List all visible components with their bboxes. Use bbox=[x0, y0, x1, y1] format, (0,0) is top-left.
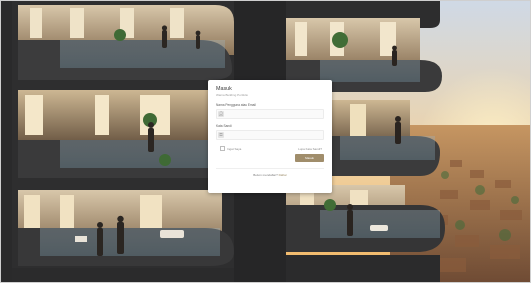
username-label: Nama Pengguna atau Email bbox=[216, 103, 256, 107]
card-divider bbox=[216, 168, 324, 169]
password-field[interactable]: ⚿ bbox=[216, 130, 324, 140]
forgot-password-link[interactable]: Lupa Kata Sandi? bbox=[298, 147, 324, 151]
password-input[interactable] bbox=[224, 132, 323, 138]
login-options: Ingat Saya Lupa Kata Sandi? bbox=[216, 146, 324, 151]
remember-label: Ingat Saya bbox=[227, 146, 242, 151]
remember-checkbox[interactable] bbox=[220, 146, 225, 151]
password-label: Kata Sandi bbox=[216, 124, 232, 128]
username-field[interactable]: 👤︎ bbox=[216, 109, 324, 119]
register-link[interactable]: Daftar bbox=[279, 173, 287, 177]
login-button[interactable]: Masuk bbox=[295, 154, 324, 162]
remember-me[interactable]: Ingat Saya bbox=[216, 146, 241, 151]
register-prompt: Belum mendaftar? bbox=[253, 173, 278, 177]
username-input[interactable] bbox=[224, 111, 323, 117]
login-card: Masuk Warna Building Portfolio Nama Peng… bbox=[208, 80, 332, 193]
submit-row: Masuk bbox=[216, 154, 324, 162]
login-subtitle: Warna Building Portfolio bbox=[216, 93, 249, 97]
login-title: Masuk bbox=[216, 86, 232, 92]
register-row: Belum mendaftar? Daftar bbox=[216, 173, 324, 177]
